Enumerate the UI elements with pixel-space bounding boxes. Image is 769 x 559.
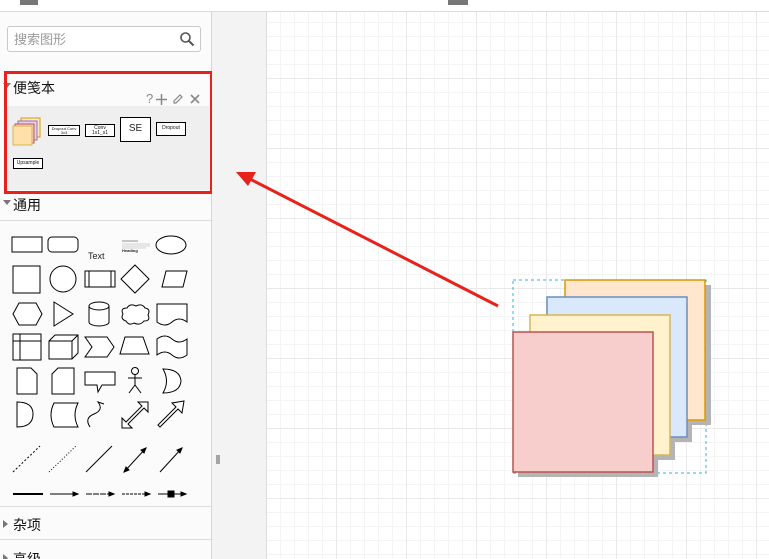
- red-card[interactable]: [512, 331, 654, 473]
- annotation-arrow: [236, 172, 499, 308]
- canvas-overlay: [236, 172, 711, 477]
